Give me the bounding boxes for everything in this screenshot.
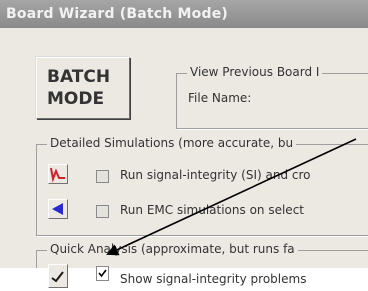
callout-arrow — [106, 138, 357, 256]
